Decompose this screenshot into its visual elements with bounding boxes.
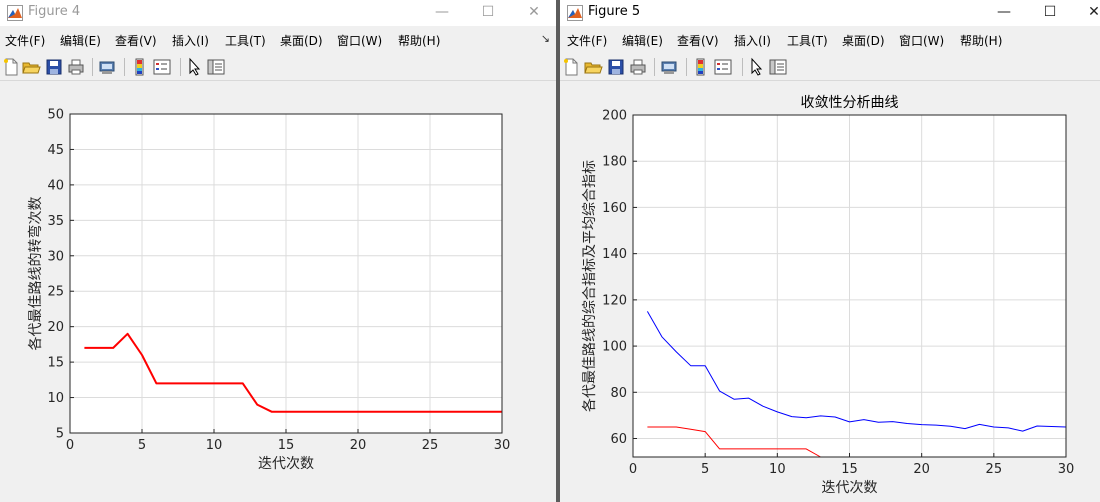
matlab-icon bbox=[7, 5, 23, 21]
toolbar-separator bbox=[654, 58, 655, 76]
y-tick-label: 30 bbox=[47, 249, 64, 264]
menu-file[interactable]: 文件(F) bbox=[567, 32, 607, 49]
figure-4-window[interactable]: Figure 4 — ☐ ✕ 文件(F) 编辑(E) 查看(V) 插入(I) 工… bbox=[0, 0, 556, 502]
menu-help[interactable]: 帮助(H) bbox=[960, 32, 1002, 49]
menu-overflow-icon[interactable]: ↘ bbox=[541, 32, 550, 45]
x-tick-label: 10 bbox=[769, 462, 786, 477]
pointer-icon[interactable] bbox=[185, 57, 205, 77]
y-tick-label: 10 bbox=[47, 391, 64, 406]
y-tick-label: 100 bbox=[602, 340, 627, 355]
toolbar-separator bbox=[180, 58, 181, 76]
x-tick-label: 15 bbox=[841, 462, 858, 477]
menu-insert[interactable]: 插入(I) bbox=[172, 32, 209, 49]
x-tick-label: 25 bbox=[986, 462, 1003, 477]
x-tick-label: 5 bbox=[138, 438, 146, 453]
y-tick-label: 20 bbox=[47, 320, 64, 335]
y-tick-label: 15 bbox=[47, 356, 64, 371]
x-tick-label: 20 bbox=[913, 462, 930, 477]
legend-icon[interactable] bbox=[152, 57, 172, 77]
x-tick-label: 10 bbox=[206, 438, 223, 453]
menu-window[interactable]: 窗口(W) bbox=[337, 32, 382, 49]
y-tick-label: 5 bbox=[56, 427, 64, 442]
menu-view[interactable]: 查看(V) bbox=[115, 32, 157, 49]
x-tick-label: 0 bbox=[66, 438, 74, 453]
menu-desktop[interactable]: 桌面(D) bbox=[280, 32, 323, 49]
toolbar-separator bbox=[92, 58, 93, 76]
x-tick-label: 0 bbox=[629, 462, 637, 477]
x-tick-label: 20 bbox=[350, 438, 367, 453]
x-axis-label: 迭代次数 bbox=[822, 480, 878, 496]
y-axis-label: 各代最佳路线的综合指标及平均综合指标 bbox=[582, 160, 598, 412]
save-icon[interactable] bbox=[606, 57, 626, 77]
new-figure-icon[interactable] bbox=[1, 57, 21, 77]
convergence-plot[interactable]: 0 5 10 15 20 25 30 60 80 100 120 140 160 180 200 收敛性分析曲… bbox=[560, 81, 1100, 502]
menubar: 文件(F) 编辑(E) 查看(V) 插入(I) 工具(T) 桌面(D) 窗口(W… bbox=[560, 28, 1100, 50]
property-editor-icon[interactable] bbox=[768, 57, 788, 77]
window-title: Figure 4 bbox=[28, 4, 81, 19]
menu-tools[interactable]: 工具(T) bbox=[787, 32, 828, 49]
open-file-icon[interactable] bbox=[583, 57, 603, 77]
y-tick-label: 35 bbox=[47, 214, 64, 229]
property-editor-icon[interactable] bbox=[206, 57, 226, 77]
matlab-icon bbox=[567, 5, 583, 21]
print-icon[interactable] bbox=[628, 57, 648, 77]
minimize-button[interactable]: — bbox=[984, 0, 1024, 26]
x-tick-label: 30 bbox=[494, 438, 511, 453]
y-axis-label: 各代最佳路线的转弯次数 bbox=[27, 197, 44, 351]
close-button[interactable]: ✕ bbox=[1074, 0, 1100, 26]
colorbar-icon[interactable] bbox=[130, 57, 150, 77]
turns-plot[interactable]: 0 5 10 15 20 25 305101520253035404550迭代次数各代最佳路… bbox=[0, 81, 556, 502]
x-tick-label: 25 bbox=[422, 438, 439, 453]
y-tick-label: 160 bbox=[602, 201, 627, 216]
toolbar bbox=[560, 54, 1100, 81]
menu-insert[interactable]: 插入(I) bbox=[734, 32, 771, 49]
toolbar-separator bbox=[686, 58, 687, 76]
menu-file[interactable]: 文件(F) bbox=[5, 32, 45, 49]
y-tick-label: 50 bbox=[47, 108, 64, 123]
maximize-button[interactable]: ☐ bbox=[1030, 0, 1070, 26]
window-title: Figure 5 bbox=[588, 4, 641, 19]
open-file-icon[interactable] bbox=[21, 57, 41, 77]
titlebar[interactable]: Figure 5 — ☐ ✕ bbox=[560, 0, 1100, 26]
print-preview-icon[interactable] bbox=[97, 57, 117, 77]
x-tick-label: 5 bbox=[701, 462, 709, 477]
x-tick-label: 15 bbox=[278, 438, 295, 453]
menu-desktop[interactable]: 桌面(D) bbox=[842, 32, 885, 49]
y-tick-label: 40 bbox=[47, 178, 64, 193]
y-tick-label: 120 bbox=[602, 293, 627, 308]
titlebar[interactable]: Figure 4 — ☐ ✕ bbox=[0, 0, 556, 26]
y-tick-label: 45 bbox=[47, 143, 64, 158]
minimize-button[interactable]: — bbox=[422, 0, 462, 26]
menu-tools[interactable]: 工具(T) bbox=[225, 32, 266, 49]
maximize-button[interactable]: ☐ bbox=[468, 0, 508, 26]
menu-view[interactable]: 查看(V) bbox=[677, 32, 719, 49]
y-tick-label: 60 bbox=[610, 432, 627, 447]
menu-window[interactable]: 窗口(W) bbox=[899, 32, 944, 49]
x-tick-label: 30 bbox=[1058, 462, 1075, 477]
toolbar bbox=[0, 54, 556, 81]
toolbar-separator bbox=[124, 58, 125, 76]
toolbar-separator bbox=[742, 58, 743, 76]
y-tick-label: 180 bbox=[602, 155, 627, 170]
y-tick-label: 200 bbox=[602, 109, 627, 124]
menu-edit[interactable]: 编辑(E) bbox=[622, 32, 663, 49]
pointer-icon[interactable] bbox=[747, 57, 767, 77]
chart-title: 收敛性分析曲线 bbox=[801, 95, 899, 111]
print-icon[interactable] bbox=[66, 57, 86, 77]
close-button[interactable]: ✕ bbox=[514, 0, 554, 26]
menu-edit[interactable]: 编辑(E) bbox=[60, 32, 101, 49]
new-figure-icon[interactable] bbox=[561, 57, 581, 77]
x-axis-label: 迭代次数 bbox=[258, 456, 314, 472]
print-preview-icon[interactable] bbox=[659, 57, 679, 77]
colorbar-icon[interactable] bbox=[691, 57, 711, 77]
legend-icon[interactable] bbox=[713, 57, 733, 77]
y-tick-label: 80 bbox=[610, 386, 627, 401]
menubar: 文件(F) 编辑(E) 查看(V) 插入(I) 工具(T) 桌面(D) 窗口(W… bbox=[0, 28, 556, 50]
menu-help[interactable]: 帮助(H) bbox=[398, 32, 440, 49]
y-tick-label: 25 bbox=[47, 285, 64, 300]
save-icon[interactable] bbox=[44, 57, 64, 77]
figure-5-window[interactable]: Figure 5 — ☐ ✕ 文件(F) 编辑(E) 查看(V) 插入(I) 工… bbox=[560, 0, 1100, 502]
y-tick-label: 140 bbox=[602, 247, 627, 262]
